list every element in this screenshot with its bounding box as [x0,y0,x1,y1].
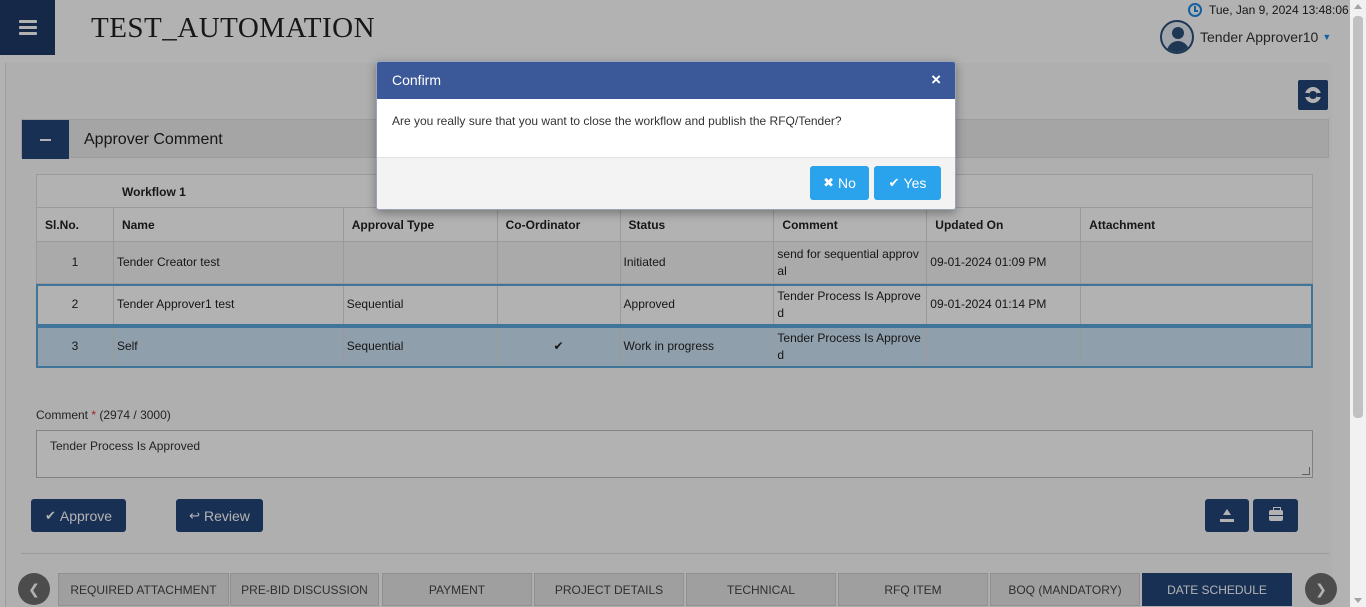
scroll-down-icon[interactable] [1354,598,1362,603]
dialog-title: Confirm [392,72,442,88]
yes-label: Yes [903,175,927,191]
dialog-message: Are you really sure that you want to clo… [377,99,955,158]
close-icon[interactable]: × [931,70,941,90]
check-icon: ✔ [888,175,900,190]
confirm-dialog: Confirm × Are you really sure that you w… [376,61,956,210]
no-button[interactable]: ✖ No [810,166,869,200]
scroll-up-icon[interactable] [1354,4,1362,9]
dialog-header: Confirm × [377,62,955,99]
no-label: No [838,175,856,191]
yes-button[interactable]: ✔ Yes [874,166,941,200]
scrollbar-thumb[interactable] [1353,16,1363,418]
page-scrollbar[interactable] [1350,0,1366,607]
dialog-footer: ✖ No ✔ Yes [377,158,955,209]
times-icon: ✖ [823,175,834,190]
